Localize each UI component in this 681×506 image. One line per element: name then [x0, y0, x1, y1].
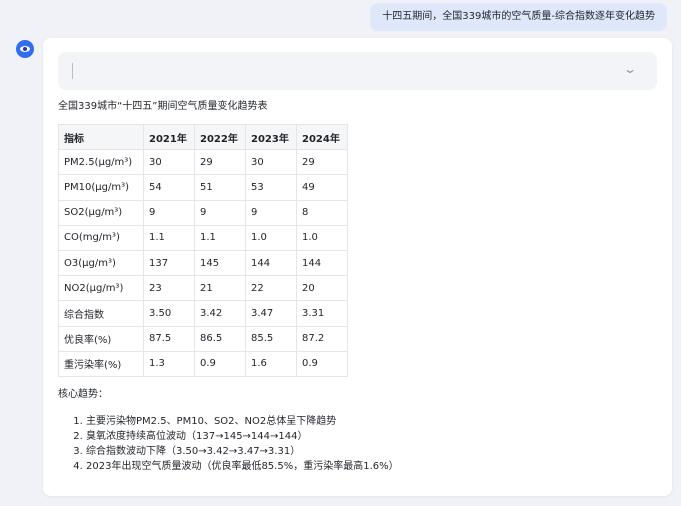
- header-cell: 2021年: [143, 123, 195, 151]
- list-item: 综合指数波动下降（3.50→3.42→3.47→3.31）: [86, 444, 399, 459]
- assistant-avatar-icon: [16, 40, 34, 58]
- table-cell: 144: [296, 249, 348, 277]
- table-cell: 145: [194, 249, 246, 277]
- table-cell: 1.6: [245, 350, 297, 377]
- table-row: 优良率(%) 87.5 86.5 85.5 87.2: [58, 325, 348, 352]
- header-cell: 指标: [58, 123, 144, 151]
- table-cell: PM10(μg/m³): [58, 174, 144, 201]
- list-item: 2023年出现空气质量波动（优良率最低85.5%，重污染率最高1.6%）: [86, 459, 399, 474]
- table-cell: 综合指数: [58, 300, 144, 327]
- table-cell: 1.1: [143, 224, 195, 251]
- table-cell: SO2(μg/m³): [58, 199, 144, 226]
- table-cell: 144: [245, 249, 297, 277]
- table-cell: 87.2: [296, 325, 348, 352]
- table-header-row: 指标 2021年 2022年 2023年 2024年: [58, 123, 348, 151]
- table-cell: 1.1: [194, 224, 246, 251]
- table-cell: 3.47: [245, 300, 297, 327]
- table-cell: 30: [143, 149, 195, 176]
- table-cell: 137: [143, 249, 195, 277]
- table-cell: O3(μg/m³): [58, 249, 144, 277]
- table-row: PM2.5(μg/m³) 30 29 30 29: [58, 149, 348, 176]
- table-row: SO2(μg/m³) 9 9 9 8: [58, 199, 348, 226]
- table-cell: 86.5: [194, 325, 246, 352]
- table-cell: 1.0: [245, 224, 297, 251]
- table-row: 综合指数 3.50 3.42 3.47 3.31: [58, 300, 348, 327]
- text-caret: [72, 63, 73, 79]
- table-cell: 3.50: [143, 300, 195, 327]
- table-cell: 20: [296, 275, 348, 302]
- table-cell: 0.9: [296, 350, 348, 377]
- assistant-response-card: ⌄ 全国339城市“十四五”期间空气质量变化趋势表 指标 2021年 2022年…: [43, 38, 672, 496]
- table-cell: PM2.5(μg/m³): [58, 149, 144, 176]
- table-cell: 29: [296, 149, 348, 176]
- table-cell: 重污染率(%): [58, 350, 144, 377]
- table-row: CO(mg/m³) 1.1 1.1 1.0 1.0: [58, 224, 348, 251]
- table-cell: 54: [143, 174, 195, 201]
- table-cell: 53: [245, 174, 297, 201]
- table-row: NO2(μg/m³) 23 21 22 20: [58, 275, 348, 302]
- table-cell: 51: [194, 174, 246, 201]
- table-cell: 0.9: [194, 350, 246, 377]
- table-cell: 3.42: [194, 300, 246, 327]
- table-row: 重污染率(%) 1.3 0.9 1.6 0.9: [58, 350, 348, 377]
- table-cell: 23: [143, 275, 195, 302]
- header-cell: 2023年: [245, 123, 297, 151]
- table-cell: 85.5: [245, 325, 297, 352]
- table-cell: 22: [245, 275, 297, 302]
- header-cell: 2022年: [194, 123, 246, 151]
- table-cell: 3.31: [296, 300, 348, 327]
- user-message-bubble: 十四五期间，全国339城市的空气质量-综合指数逐年变化趋势: [370, 3, 667, 31]
- table-row: PM10(μg/m³) 54 51 53 49: [58, 174, 348, 201]
- trends-list: 主要污染物PM2.5、PM10、SO2、NO2总体呈下降趋势 臭氧浓度持续高位波…: [58, 414, 399, 474]
- table-cell: CO(mg/m³): [58, 224, 144, 251]
- thinking-collapse-panel[interactable]: ⌄: [58, 52, 657, 90]
- trends-heading: 核心趋势：: [58, 389, 108, 400]
- list-item: 主要污染物PM2.5、PM10、SO2、NO2总体呈下降趋势: [86, 414, 399, 429]
- table-cell: 优良率(%): [58, 325, 144, 352]
- chevron-down-icon[interactable]: ⌄: [623, 62, 637, 76]
- header-cell: 2024年: [296, 123, 348, 151]
- table-cell: 1.0: [296, 224, 348, 251]
- table-cell: 49: [296, 174, 348, 201]
- table-cell: 9: [143, 199, 195, 226]
- list-item: 臭氧浓度持续高位波动（137→145→144→144）: [86, 429, 399, 444]
- table-cell: 9: [194, 199, 246, 226]
- eye-icon: [20, 46, 30, 52]
- table-cell: 30: [245, 149, 297, 176]
- table-cell: NO2(μg/m³): [58, 275, 144, 302]
- table-cell: 87.5: [143, 325, 195, 352]
- table-cell: 21: [194, 275, 246, 302]
- table-row: O3(μg/m³) 137 145 144 144: [58, 249, 348, 277]
- table-cell: 29: [194, 149, 246, 176]
- table-title: 全国339城市“十四五”期间空气质量变化趋势表: [58, 101, 268, 112]
- table-cell: 1.3: [143, 350, 195, 377]
- table-cell: 8: [296, 199, 348, 226]
- air-quality-table: 指标 2021年 2022年 2023年 2024年 PM2.5(μg/m³) …: [58, 123, 348, 377]
- table-cell: 9: [245, 199, 297, 226]
